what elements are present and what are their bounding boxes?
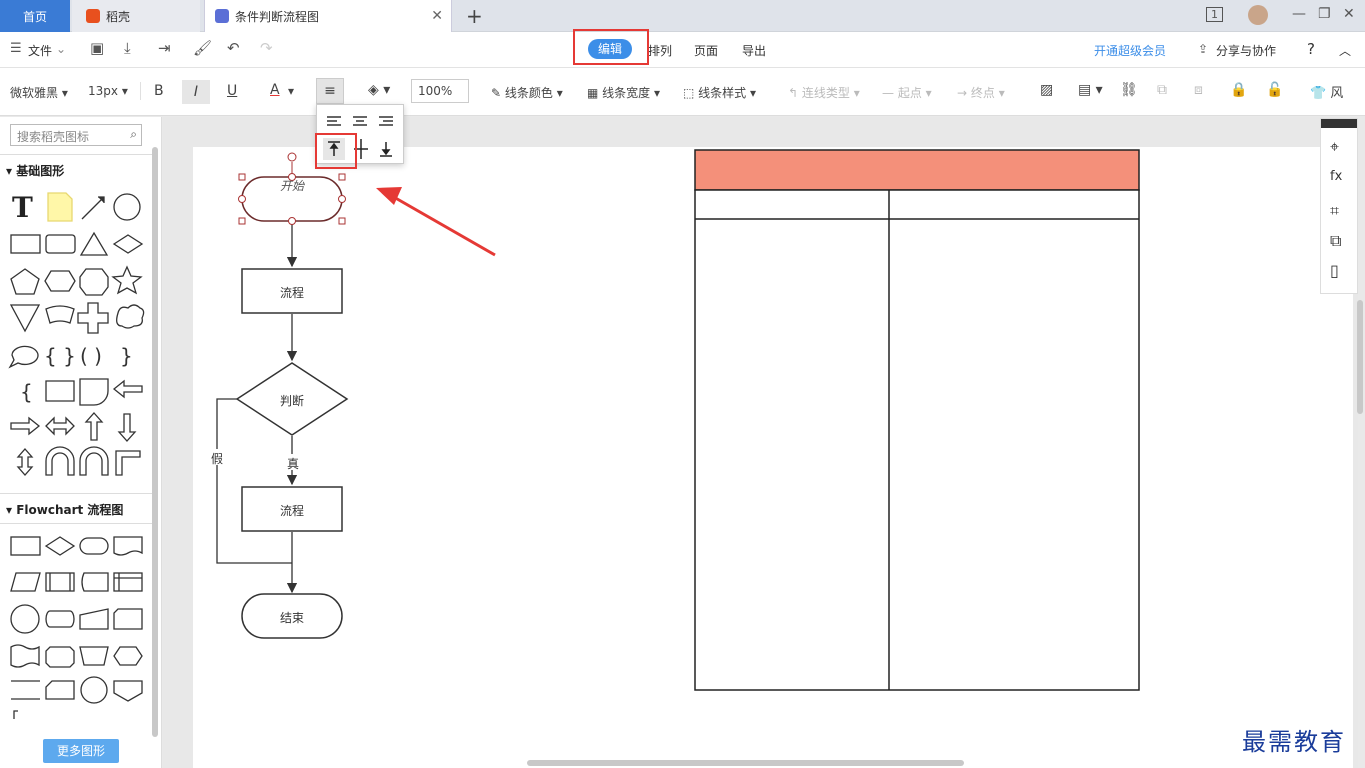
canvas-vertical-scrollbar[interactable] <box>1357 300 1363 414</box>
process-label: 流程 <box>279 504 304 518</box>
table-header[interactable] <box>694 149 1140 191</box>
valign-highlight-box <box>315 133 357 169</box>
canvas-horizontal-scrollbar[interactable] <box>527 760 964 766</box>
page-icon[interactable]: ▯ <box>1330 261 1339 280</box>
right-tool-panel: ⌖ fx ⌗ ⧉ ▯ <box>1320 118 1358 294</box>
watermark: 最需教育 <box>1242 728 1346 756</box>
crop-icon[interactable]: ⌗ <box>1330 201 1339 221</box>
decision-label: 判断 <box>279 394 304 408</box>
start-label: 开始 <box>279 179 304 193</box>
align-right-icon[interactable] <box>379 116 393 126</box>
navigator-icon[interactable]: ⌖ <box>1330 137 1339 157</box>
end-label: 结束 <box>279 611 304 625</box>
process-label: 流程 <box>279 286 304 300</box>
false-label: 假 <box>210 452 223 466</box>
valign-bottom-icon[interactable] <box>380 142 392 157</box>
align-center-icon[interactable] <box>353 116 367 126</box>
pages-icon[interactable]: ⧉ <box>1330 231 1341 251</box>
annotation-arrow-line <box>391 194 496 257</box>
panel-header <box>1321 119 1357 128</box>
table-body[interactable] <box>694 189 1140 691</box>
rotate-handle[interactable] <box>287 152 297 162</box>
align-left-icon[interactable] <box>327 116 341 126</box>
diagram-layer <box>208 149 1140 691</box>
true-label: 真 <box>286 457 299 471</box>
formula-icon[interactable]: fx <box>1330 169 1342 184</box>
annotation-arrow-head <box>376 187 402 205</box>
